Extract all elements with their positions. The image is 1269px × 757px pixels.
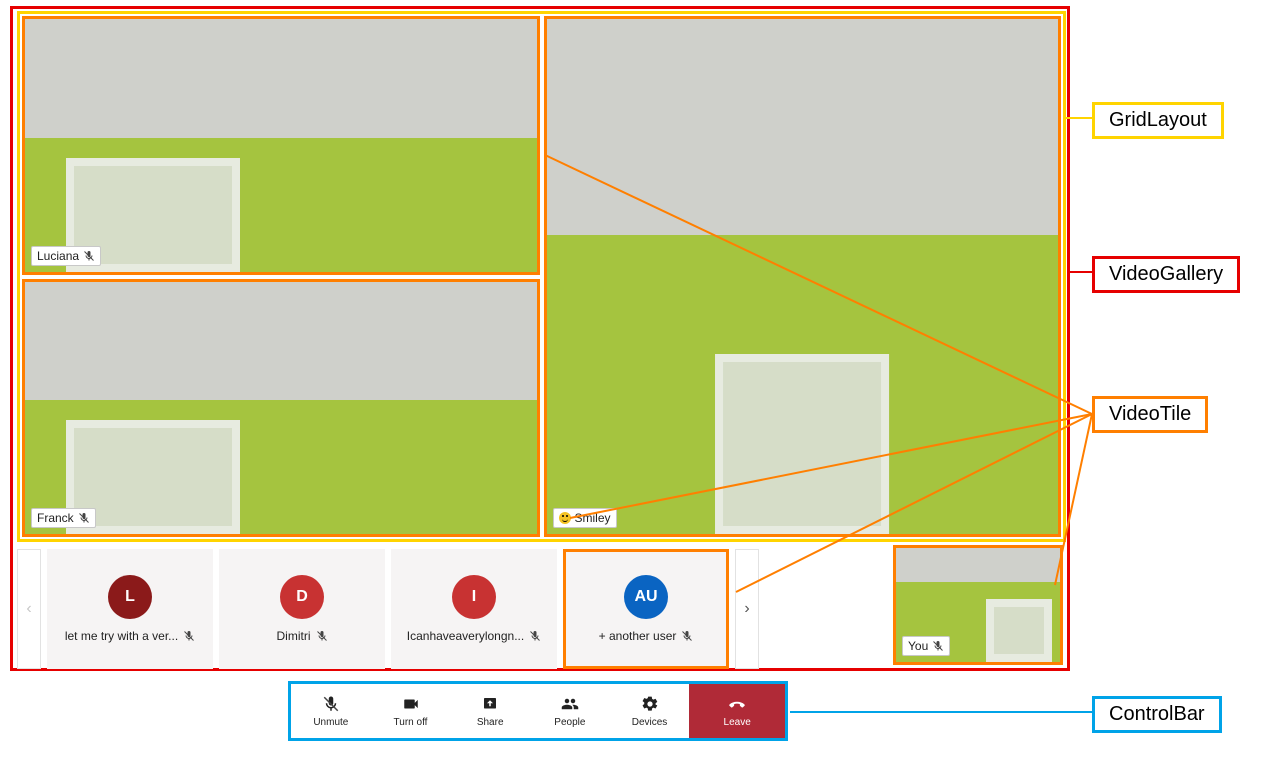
avatar: L [108,575,152,619]
participant-name: You [908,639,928,653]
stage: Luciana Smiley Franck ‹ [10,6,1070,671]
avatar-label: Dimitri [277,629,328,643]
avatar-label: let me try with a ver... [65,629,195,643]
people-button[interactable]: People [530,684,610,738]
strip-next-button[interactable]: › [735,549,759,669]
participant-name: Icanhaveaverylongn... [407,629,524,643]
name-tag: Franck [31,508,96,528]
control-label: Unmute [313,717,348,728]
avatar: I [452,575,496,619]
name-tag: You [902,636,950,656]
participant-name: Luciana [37,249,79,263]
mic-muted-icon [529,630,541,642]
strip-tile[interactable]: I Icanhaveaverylongn... [391,549,557,669]
unmute-button[interactable]: Unmute [291,684,371,738]
control-label: Leave [724,717,751,728]
annotation-gridlayout: GridLayout [1092,102,1224,139]
camera-icon [402,695,420,713]
video-tile-self[interactable]: You [893,545,1063,665]
name-tag: Luciana [31,246,101,266]
share-icon [481,695,499,713]
participant-name: Dimitri [277,629,311,643]
control-label: Turn off [394,717,428,728]
devices-button[interactable]: Devices [610,684,690,738]
people-icon [561,695,579,713]
video-gallery: Luciana Smiley Franck ‹ [10,6,1070,671]
name-tag: Smiley [553,508,617,528]
mic-muted-icon [183,630,195,642]
control-label: People [554,717,585,728]
avatar: AU [624,575,668,619]
gear-icon [641,695,659,713]
participant-name: Smiley [575,511,611,525]
mic-muted-icon [932,640,944,652]
video-tile-luciana[interactable]: Luciana [22,16,540,275]
participant-name: let me try with a ver... [65,629,178,643]
camera-button[interactable]: Turn off [371,684,451,738]
strip-tile[interactable]: D Dimitri [219,549,385,669]
annotation-videotile: VideoTile [1092,396,1208,433]
annotation-videogallery: VideoGallery [1092,256,1240,293]
leave-button[interactable]: Leave [689,684,785,738]
annotation-controlbar: ControlBar [1092,696,1222,733]
strip-prev-button[interactable]: ‹ [17,549,41,669]
grid-layout: Luciana Smiley Franck [17,11,1066,542]
control-bar: Unmute Turn off Share People Devices Lea… [288,681,788,741]
video-tile-smiley[interactable]: Smiley [544,16,1062,537]
mic-muted-icon [322,695,340,713]
share-button[interactable]: Share [450,684,530,738]
strip-tile[interactable]: Llet me try with a ver... [47,549,213,669]
hangup-icon [728,695,746,713]
avatar-label: + another user [599,629,694,643]
mic-muted-icon [78,512,90,524]
mic-muted-icon [316,630,328,642]
participant-name: + another user [599,629,677,643]
smiley-icon [559,512,571,524]
mic-muted-icon [83,250,95,262]
video-tile-franck[interactable]: Franck [22,279,540,538]
control-label: Devices [632,717,668,728]
strip-tile[interactable]: AU + another user [563,549,729,669]
control-label: Share [477,717,504,728]
avatar: D [280,575,324,619]
strip-tiles: Llet me try with a ver... D Dimitri I Icanha… [47,549,729,669]
participant-name: Franck [37,511,74,525]
mic-muted-icon [681,630,693,642]
avatar-label: Icanhaveaverylongn... [407,629,541,643]
